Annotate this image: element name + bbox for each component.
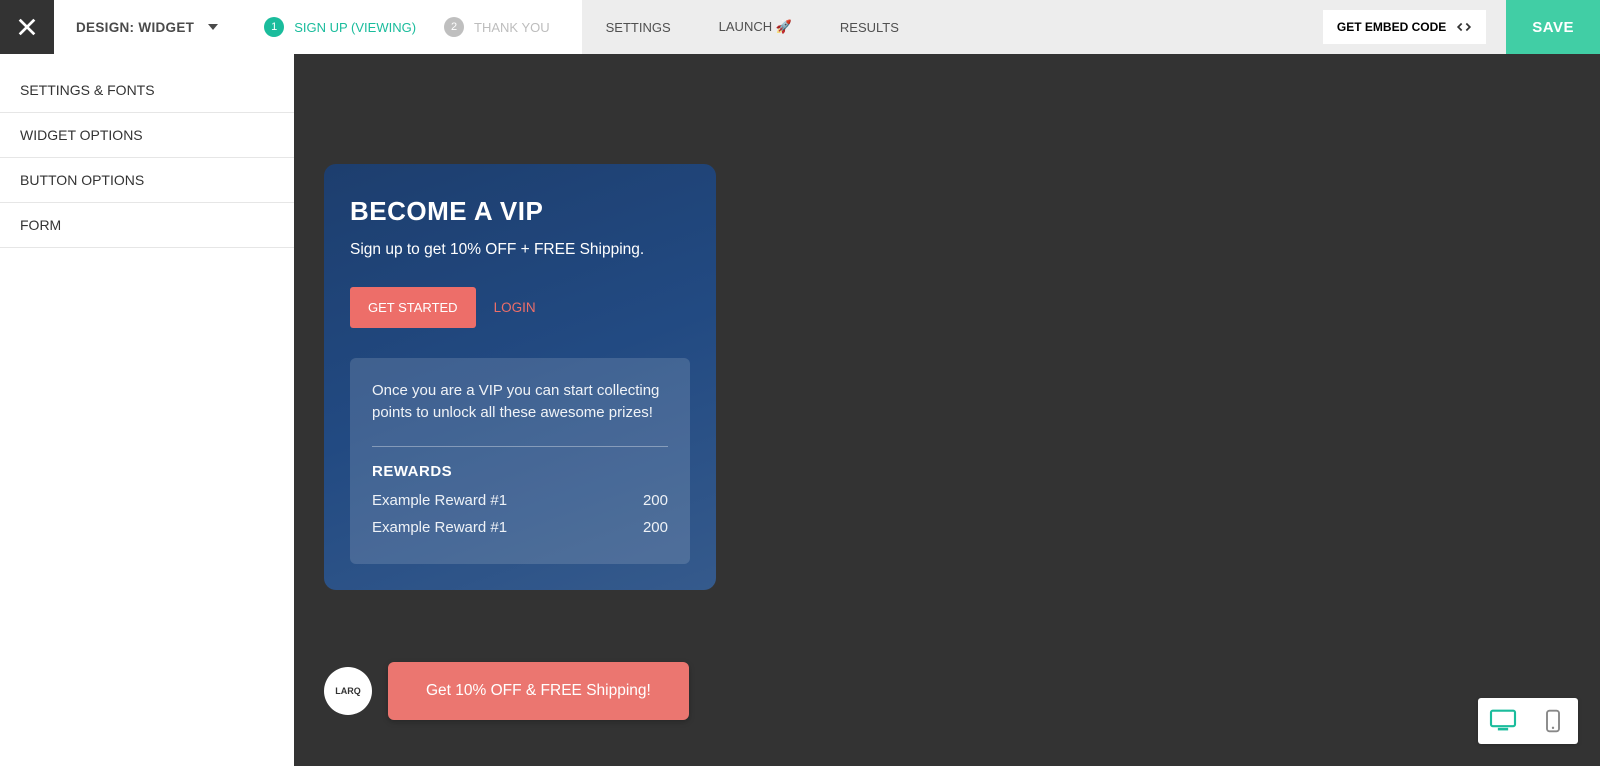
get-embed-code-button[interactable]: GET EMBED CODE (1323, 10, 1486, 44)
sidebar-item-widget-options[interactable]: WIDGET OPTIONS (0, 113, 294, 158)
design-dropdown[interactable]: DESIGN: WIDGET (76, 20, 218, 35)
caret-down-icon (208, 24, 218, 30)
mobile-icon (1545, 709, 1561, 733)
cta-button[interactable]: Get 10% OFF & FREE Shipping! (388, 662, 689, 720)
desktop-icon (1489, 709, 1517, 733)
top-nav: SETTINGS LAUNCH 🚀 RESULTS (582, 0, 923, 54)
sidebar-item-label: BUTTON OPTIONS (20, 172, 144, 188)
top-bar: DESIGN: WIDGET 1 SIGN UP (VIEWING) 2 THA… (0, 0, 1600, 54)
widget-preview: BECOME A VIP Sign up to get 10% OFF + FR… (324, 164, 716, 590)
reward-row: Example Reward #1 200 (372, 519, 668, 536)
widget-subtitle: Sign up to get 10% OFF + FREE Shipping. (350, 241, 690, 259)
mobile-toggle[interactable] (1528, 698, 1578, 744)
sidebar-item-label: SETTINGS & FONTS (20, 82, 155, 98)
divider (372, 446, 668, 447)
brand-logo[interactable]: LARQ (324, 667, 372, 715)
reward-name: Example Reward #1 (372, 519, 507, 536)
step-number: 1 (264, 17, 284, 37)
floating-cta: LARQ Get 10% OFF & FREE Shipping! (324, 662, 689, 720)
nav-label: RESULTS (840, 20, 899, 35)
save-button[interactable]: SAVE (1506, 0, 1600, 54)
sidebar-item-button-options[interactable]: BUTTON OPTIONS (0, 158, 294, 203)
login-link[interactable]: LOGIN (494, 300, 536, 315)
sidebar-item-label: WIDGET OPTIONS (20, 127, 143, 143)
reward-name: Example Reward #1 (372, 492, 507, 509)
sidebar: SETTINGS & FONTS WIDGET OPTIONS BUTTON O… (0, 54, 294, 766)
device-toggle (1478, 698, 1578, 744)
design-dropdown-label: DESIGN: WIDGET (76, 20, 194, 35)
step-label: THANK YOU (474, 20, 550, 35)
get-started-button[interactable]: GET STARTED (350, 287, 476, 328)
sidebar-item-label: FORM (20, 217, 61, 233)
sidebar-item-form[interactable]: FORM (0, 203, 294, 248)
step-number: 2 (444, 17, 464, 37)
nav-label: SETTINGS (606, 20, 671, 35)
save-label: SAVE (1532, 19, 1574, 36)
close-icon (16, 16, 38, 38)
nav-settings[interactable]: SETTINGS (582, 0, 695, 54)
reward-points: 200 (643, 519, 668, 536)
sidebar-item-settings-fonts[interactable]: SETTINGS & FONTS (0, 68, 294, 113)
step-label: SIGN UP (VIEWING) (294, 20, 416, 35)
rewards-card: Once you are a VIP you can start collect… (350, 358, 690, 564)
header-left: DESIGN: WIDGET 1 SIGN UP (VIEWING) 2 THA… (54, 0, 582, 54)
close-button[interactable] (0, 0, 54, 54)
step-signup[interactable]: 1 SIGN UP (VIEWING) (250, 17, 430, 37)
widget-title: BECOME A VIP (350, 196, 690, 227)
preview-canvas: BECOME A VIP Sign up to get 10% OFF + FR… (294, 54, 1600, 766)
reward-row: Example Reward #1 200 (372, 492, 668, 509)
rewards-description: Once you are a VIP you can start collect… (372, 380, 668, 424)
code-icon (1456, 20, 1472, 34)
nav-label: LAUNCH 🚀 (719, 19, 792, 35)
desktop-toggle[interactable] (1478, 698, 1528, 744)
rewards-heading: REWARDS (372, 463, 668, 480)
nav-launch[interactable]: LAUNCH 🚀 (695, 0, 816, 54)
reward-points: 200 (643, 492, 668, 509)
embed-label: GET EMBED CODE (1337, 20, 1446, 34)
step-thankyou[interactable]: 2 THANK YOU (430, 17, 564, 37)
nav-results[interactable]: RESULTS (816, 0, 923, 54)
